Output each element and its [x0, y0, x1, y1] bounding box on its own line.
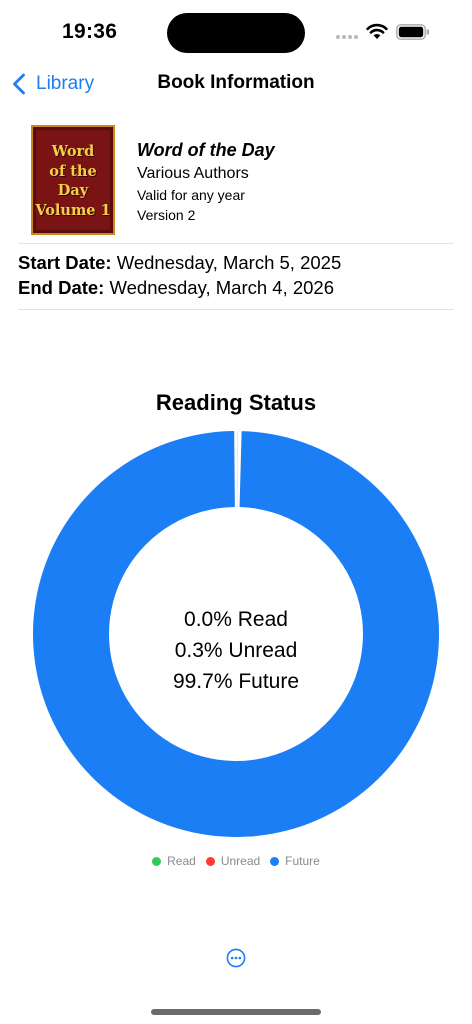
end-date-row: End Date: Wednesday, March 4, 2026: [18, 276, 334, 300]
book-info: Word of the Day Various Authors Valid fo…: [137, 138, 275, 225]
center-label-future: 99.7% Future: [172, 670, 300, 693]
start-date-row: Start Date: Wednesday, March 5, 2025: [18, 251, 341, 275]
home-indicator: [151, 1009, 321, 1015]
end-date-label: End Date:: [18, 277, 105, 298]
cover-line: of the: [49, 162, 97, 180]
wifi-icon: [366, 23, 388, 39]
legend-dot: [270, 856, 280, 866]
chart-title: Reading Status: [155, 390, 317, 415]
cellular-signal-icon: [336, 35, 360, 41]
legend-dot: [205, 856, 215, 866]
legend-label: Read: [167, 854, 196, 868]
legend-item-unread: Unread: [205, 854, 261, 868]
donut-slice-unread: [237, 431, 238, 508]
legend-item-future: Future: [270, 854, 320, 868]
cover-line: Day: [57, 182, 89, 199]
chart-legend: Read Unread Future: [0, 854, 472, 868]
end-date-value: Wednesday, March 4, 2026: [109, 277, 335, 298]
book-version: Version 2: [137, 207, 196, 223]
book-cover-image: Word of the Day Volume 1: [31, 125, 115, 235]
center-label-unread: 0.3% Unread: [174, 639, 298, 662]
divider: [18, 309, 454, 310]
center-label-read: 0.0% Read: [184, 608, 288, 631]
start-date-label: Start Date:: [18, 252, 112, 273]
cover-line: Volume 1: [35, 201, 111, 219]
page-title: Book Information: [157, 72, 315, 93]
book-author: Various Authors: [137, 165, 249, 182]
book-title: Word of the Day: [137, 140, 275, 160]
status-time: 19:36: [62, 20, 118, 43]
legend-item-read: Read: [152, 854, 196, 868]
divider: [18, 243, 454, 244]
legend-dot: [152, 856, 162, 866]
book-validity: Valid for any year: [137, 187, 245, 203]
start-date-value: Wednesday, March 5, 2025: [116, 252, 342, 273]
status-bar: 19:36: [0, 0, 472, 62]
legend-label: Unread: [220, 854, 261, 868]
cover-line: Word: [51, 143, 95, 160]
legend-label: Future: [285, 854, 320, 868]
dynamic-island: [167, 13, 305, 53]
battery-icon: [396, 24, 429, 40]
navigation-bar: Library Book Information: [0, 62, 472, 106]
ellipsis-circle-icon[interactable]: [226, 948, 246, 968]
book-cover-title: Word of the Day Volume 1: [33, 142, 113, 220]
